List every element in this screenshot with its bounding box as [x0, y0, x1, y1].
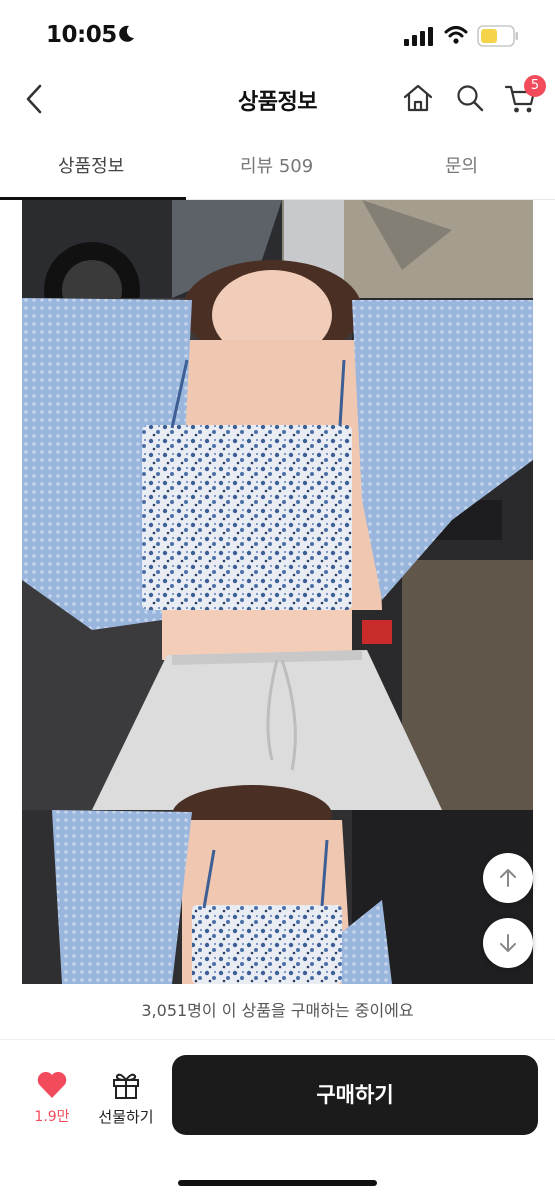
gift-icon — [113, 1073, 139, 1099]
tab-reviews[interactable]: 리뷰 509 — [240, 152, 313, 178]
heart-icon — [37, 1071, 67, 1098]
tab-bar: 상품정보 리뷰 509 문의 — [0, 130, 555, 200]
product-images — [22, 200, 533, 984]
moon-icon — [119, 25, 134, 42]
wifi-icon — [444, 26, 468, 44]
battery-icon — [477, 25, 518, 47]
purchase-notice: 3,051명이 이 상품을 구매하는 중이에요 — [0, 984, 555, 1040]
scroll-down-button[interactable] — [483, 918, 533, 968]
buy-button[interactable]: 구매하기 — [172, 1055, 538, 1135]
gift-button[interactable]: 선물하기 — [92, 1070, 160, 1127]
gift-label: 선물하기 — [98, 1108, 154, 1126]
status-bar: 10:05 — [0, 0, 555, 68]
arrow-down-icon — [500, 934, 516, 952]
cart-count-badge: 5 — [524, 75, 546, 97]
search-icon[interactable] — [455, 83, 485, 113]
home-indicator — [178, 1180, 377, 1186]
tab-product-info[interactable]: 상품정보 — [58, 152, 124, 178]
scroll-up-button[interactable] — [483, 853, 533, 903]
status-time: 10:05 — [46, 22, 117, 48]
like-button[interactable]: 1.9만 — [30, 1070, 74, 1126]
arrow-up-icon — [500, 869, 516, 887]
home-icon[interactable] — [402, 82, 434, 114]
product-photo — [22, 200, 533, 984]
tab-inquiry[interactable]: 문의 — [445, 152, 478, 178]
nav-bar: 상품정보 — [0, 68, 555, 128]
bottom-action-bar: 1.9만 선물하기 구매하기 — [0, 1040, 555, 1200]
like-count: 1.9만 — [34, 1109, 70, 1125]
signal-icon — [404, 27, 433, 46]
